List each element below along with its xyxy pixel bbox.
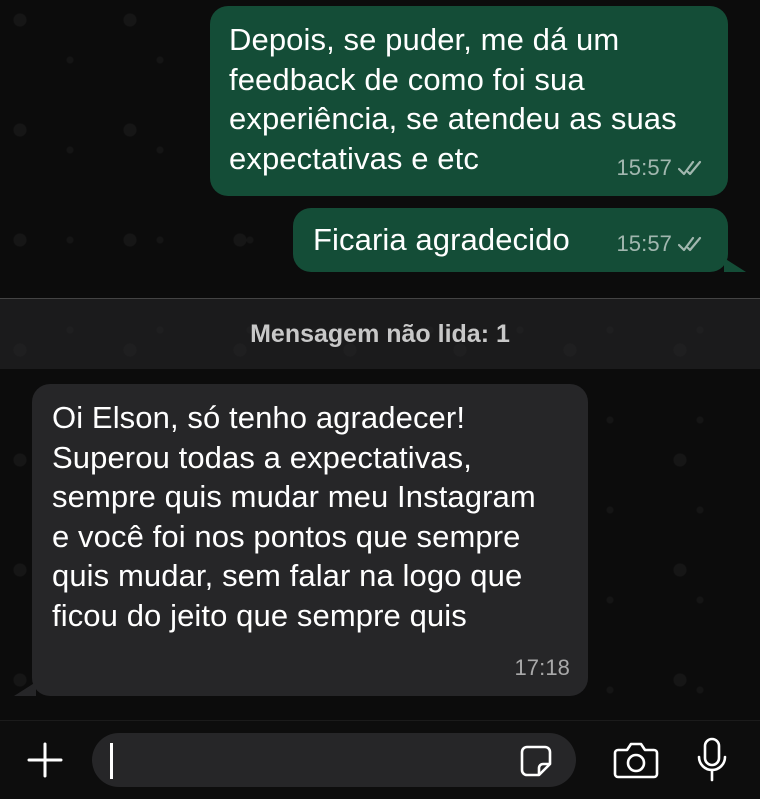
double-check-icon [678, 237, 702, 252]
message-text: Oi Elson, só tenho agradecer! Superou to… [52, 400, 536, 633]
message-composer [0, 720, 760, 799]
message-input-container[interactable] [92, 733, 576, 787]
camera-icon [613, 742, 659, 779]
bubble-tail [14, 682, 36, 696]
camera-button[interactable] [610, 737, 662, 783]
unread-divider-label: Mensagem não lida: 1 [250, 319, 510, 348]
message-meta: 15:57 [616, 148, 710, 188]
message-time: 17:18 [514, 655, 570, 681]
bubble-tail [724, 258, 746, 272]
message-input[interactable] [110, 739, 514, 783]
voice-message-button[interactable] [690, 735, 734, 785]
message-bubble-outgoing[interactable]: Depois, se puder, me dá um feedback de c… [210, 6, 728, 196]
unread-messages-divider: Mensagem não lida: 1 [0, 298, 760, 369]
sticker-button[interactable] [516, 741, 556, 781]
double-check-icon [678, 161, 702, 176]
microphone-icon [697, 737, 727, 782]
attach-button[interactable] [24, 739, 66, 781]
message-bubble-incoming[interactable]: Oi Elson, só tenho agradecer! Superou to… [32, 384, 588, 696]
message-meta: 17:18 [514, 648, 570, 688]
plus-icon [27, 742, 63, 778]
message-bubble-outgoing[interactable]: Ficaria agradecido 15:57 [293, 208, 728, 272]
message-meta: 15:57 [616, 224, 710, 264]
message-time: 15:57 [616, 155, 672, 181]
text-cursor [110, 743, 113, 779]
message-time: 15:57 [616, 231, 672, 257]
sticker-icon [520, 745, 552, 777]
